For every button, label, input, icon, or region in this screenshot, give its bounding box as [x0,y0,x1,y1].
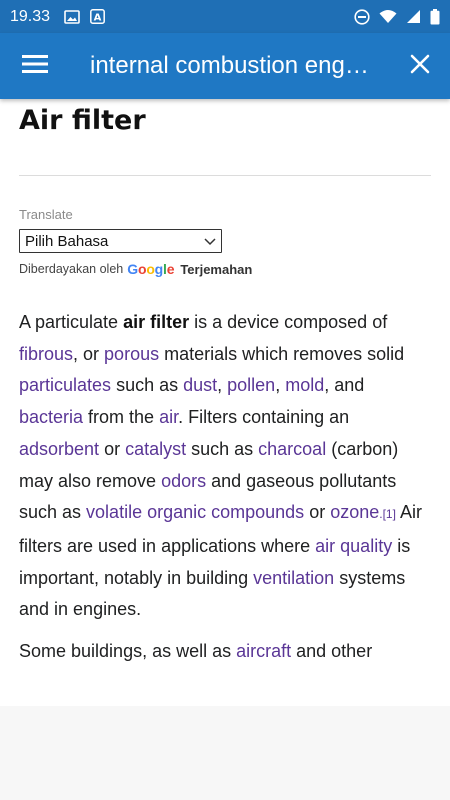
app-title: internal combustion eng… [90,52,369,79]
paragraph-2: Some buildings, as well as aircraft and … [19,641,373,662]
paragraph-1: A particulate air filter is a device com… [19,312,422,620]
translate-link[interactable]: Terjemahan [180,262,252,277]
link-adsorbent[interactable]: adsorbent [19,439,99,459]
bold-term: air filter [123,312,190,332]
google-logo: Google [127,261,175,277]
article-content: Air filter Translate Pilih Bahasa Diberd… [0,99,450,706]
translate-label: Translate [19,207,73,222]
svg-text:A: A [94,13,102,24]
image-icon [64,9,80,24]
link-ozone[interactable]: ozone [330,502,379,522]
link-catalyst[interactable]: catalyst [125,439,186,459]
link-particulates[interactable]: particulates [19,375,111,395]
citation-1[interactable]: .[1] [379,507,396,521]
do-not-disturb-icon [354,8,370,25]
link-volatile-organic-compounds[interactable]: volatile organic compounds [86,502,304,522]
language-select[interactable]: Pilih Bahasa [19,229,222,253]
a-icon: A [90,9,105,24]
app-bar: internal combustion eng… [0,33,450,99]
link-charcoal[interactable]: charcoal [258,439,326,459]
chevron-down-icon [204,233,216,250]
link-bacteria[interactable]: bacteria [19,407,83,427]
link-air[interactable]: air [159,407,178,427]
link-mold[interactable]: mold [285,375,324,395]
link-dust[interactable]: dust [183,375,217,395]
language-select-value: Pilih Bahasa [25,232,109,250]
status-bar: 19.33 A [0,0,450,33]
signal-icon [406,9,421,24]
close-button[interactable] [390,33,450,99]
clock: 19.33 [10,7,51,25]
close-icon [410,54,430,79]
link-air-quality[interactable]: air quality [315,536,392,556]
link-ventilation[interactable]: ventilation [253,568,334,588]
battery-icon [430,8,440,25]
link-aircraft[interactable]: aircraft [236,641,291,661]
link-porous[interactable]: porous [104,344,159,364]
link-pollen[interactable]: pollen [227,375,275,395]
page-heading: Air filter [19,105,146,136]
powered-by: Diberdayakan oleh Google Terjemahan [19,261,431,277]
menu-button[interactable] [0,33,70,99]
menu-icon [22,54,48,79]
link-odors[interactable]: odors [161,471,206,491]
powered-by-text: Diberdayakan oleh [19,262,124,276]
link-fibrous[interactable]: fibrous [19,344,73,364]
heading-divider [19,175,431,176]
bottom-blank-area [0,706,450,800]
wifi-icon [379,9,397,24]
